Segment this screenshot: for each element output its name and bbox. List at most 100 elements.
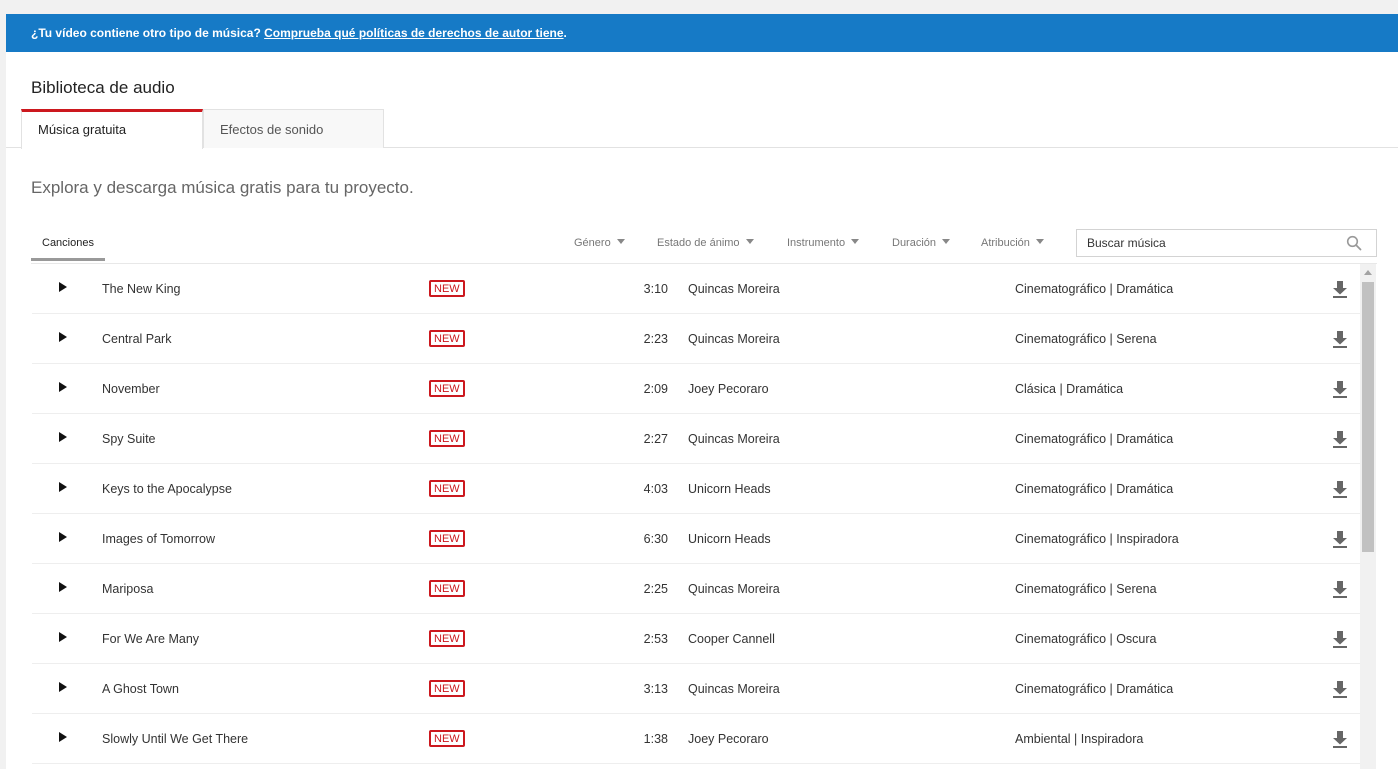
track-genre-mood: Cinematográfico | Dramática (1015, 432, 1174, 446)
play-icon[interactable] (59, 682, 67, 692)
new-badge: NEW (429, 730, 465, 747)
track-title: Spy Suite (102, 432, 156, 446)
track-title: The New King (102, 282, 181, 296)
instrument-filter[interactable]: Instrumento (787, 230, 860, 256)
track-duration: 2:09 (643, 382, 668, 396)
track-row[interactable]: Spy Suite NEW 2:27 Quincas Moreira Cinematog… (32, 414, 1360, 464)
play-icon[interactable] (59, 382, 67, 392)
download-icon[interactable] (1330, 379, 1350, 399)
scroll-thumb[interactable] (1362, 282, 1374, 552)
caret-down-icon (942, 238, 951, 244)
play-icon[interactable] (59, 582, 67, 592)
track-row[interactable]: Central Park NEW 2:23 Quincas Moreira Cinema… (32, 314, 1360, 364)
tab-free-music[interactable]: Música gratuita (21, 109, 203, 149)
banner-text: ¿Tu vídeo contiene otro tipo de música? (31, 26, 265, 40)
track-row[interactable]: November NEW 2:09 Joey Pecoraro Clásica | Dr… (32, 364, 1360, 414)
banner-suffix: . (563, 26, 567, 40)
track-duration: 3:10 (643, 282, 668, 296)
track-duration: 2:27 (643, 432, 668, 446)
track-row[interactable]: For We Are Many NEW 2:53 Cooper Cannell Cine… (32, 614, 1360, 664)
instrument-filter-label: Instrumento (787, 237, 846, 249)
play-icon[interactable] (59, 532, 67, 542)
play-icon[interactable] (59, 332, 67, 342)
play-icon[interactable] (59, 432, 67, 442)
track-genre-mood: Cinematográfico | Dramática (1015, 682, 1174, 696)
track-genre-mood: Clásica | Dramática (1015, 382, 1124, 396)
search-icon[interactable] (1346, 235, 1362, 251)
download-icon[interactable] (1330, 279, 1350, 299)
track-row[interactable]: The New King NEW 3:10 Quincas Moreira Cinema… (32, 264, 1360, 314)
play-icon[interactable] (59, 632, 67, 642)
track-artist: Joey Pecoraro (688, 382, 769, 396)
page-subtitle: Explora y descarga música gratis para tu… (31, 178, 414, 197)
track-artist: Quincas Moreira (688, 332, 780, 346)
copyright-policy-link[interactable]: Comprueba qué políticas de derechos de a… (264, 26, 563, 40)
play-icon[interactable] (59, 282, 67, 292)
search-input[interactable] (1077, 230, 1337, 256)
download-icon[interactable] (1330, 479, 1350, 499)
track-row[interactable]: Slowly Until We Get There NEW 1:38 Joey Pec… (32, 714, 1360, 764)
track-row[interactable]: A Ghost Town NEW 3:13 Quincas Moreira Cinema… (32, 664, 1360, 714)
caret-down-icon (616, 238, 625, 244)
track-artist: Unicorn Heads (688, 532, 771, 546)
track-duration: 6:30 (643, 532, 668, 546)
track-artist: Quincas Moreira (688, 282, 780, 296)
track-genre-mood: Ambiental | Inspiradora (1015, 732, 1144, 746)
mood-filter[interactable]: Estado de ánimo (657, 230, 754, 256)
track-artist: Joey Pecoraro (688, 732, 769, 746)
download-icon[interactable] (1330, 579, 1350, 599)
track-row[interactable]: Mariposa NEW 2:25 Quincas Moreira Cinematogr… (32, 564, 1360, 614)
track-row[interactable]: Images of Tomorrow NEW 6:30 Unicorn Heads Ci… (32, 514, 1360, 564)
download-icon[interactable] (1330, 629, 1350, 649)
new-badge: NEW (429, 530, 465, 547)
attribution-filter[interactable]: Atribución (981, 230, 1044, 256)
duration-filter-label: Duración (892, 237, 937, 249)
scrollbar[interactable] (1360, 264, 1376, 769)
genre-filter-label: Género (574, 237, 611, 249)
caret-down-icon (851, 238, 860, 244)
track-row[interactable]: Keys to the Apocalypse NEW 4:03 Unicorn Hea… (32, 464, 1360, 514)
track-title: For We Are Many (102, 632, 200, 646)
library-tabs: Música gratuita Efectos de sonido (6, 109, 1398, 149)
track-duration: 2:25 (643, 582, 668, 596)
track-duration: 4:03 (643, 482, 668, 496)
track-title: Central Park (102, 332, 172, 346)
track-artist: Quincas Moreira (688, 582, 780, 596)
track-genre-mood: Cinematográfico | Oscura (1015, 632, 1157, 646)
new-badge: NEW (429, 630, 465, 647)
download-icon[interactable] (1330, 329, 1350, 349)
download-icon[interactable] (1330, 729, 1350, 749)
new-badge: NEW (429, 580, 465, 597)
audio-library-page: ¿Tu vídeo contiene otro tipo de música? … (6, 14, 1398, 769)
track-duration: 2:53 (643, 632, 668, 646)
track-title: Mariposa (102, 582, 154, 596)
new-badge: NEW (429, 330, 465, 347)
track-title: Images of Tomorrow (102, 532, 216, 546)
track-duration: 2:23 (643, 332, 668, 346)
scroll-up-arrow-icon[interactable] (1364, 270, 1372, 275)
track-artist: Unicorn Heads (688, 482, 771, 496)
track-duration: 3:13 (643, 682, 668, 696)
play-icon[interactable] (59, 482, 67, 492)
track-genre-mood: Cinematográfico | Serena (1015, 332, 1157, 346)
page-title: Biblioteca de audio (31, 78, 175, 97)
mood-filter-label: Estado de ánimo (657, 237, 740, 249)
download-icon[interactable] (1330, 529, 1350, 549)
track-artist: Quincas Moreira (688, 682, 780, 696)
search-box (1076, 229, 1377, 257)
play-icon[interactable] (59, 732, 67, 742)
new-badge: NEW (429, 430, 465, 447)
download-icon[interactable] (1330, 679, 1350, 699)
download-icon[interactable] (1330, 429, 1350, 449)
filter-bar: Canciones Género Estado de ánimo Instrum… (31, 229, 1377, 264)
duration-filter[interactable]: Duración (892, 230, 951, 256)
tab-songs[interactable]: Canciones (31, 230, 105, 261)
track-genre-mood: Cinematográfico | Inspiradora (1015, 532, 1179, 546)
track-list: The New King NEW 3:10 Quincas Moreira Cinema… (32, 264, 1360, 764)
track-title: Keys to the Apocalypse (102, 482, 232, 496)
new-badge: NEW (429, 480, 465, 497)
track-title: Slowly Until We Get There (102, 732, 249, 746)
genre-filter[interactable]: Género (574, 230, 625, 256)
caret-down-icon (1035, 238, 1044, 244)
tab-sound-effects[interactable]: Efectos de sonido (203, 109, 384, 148)
